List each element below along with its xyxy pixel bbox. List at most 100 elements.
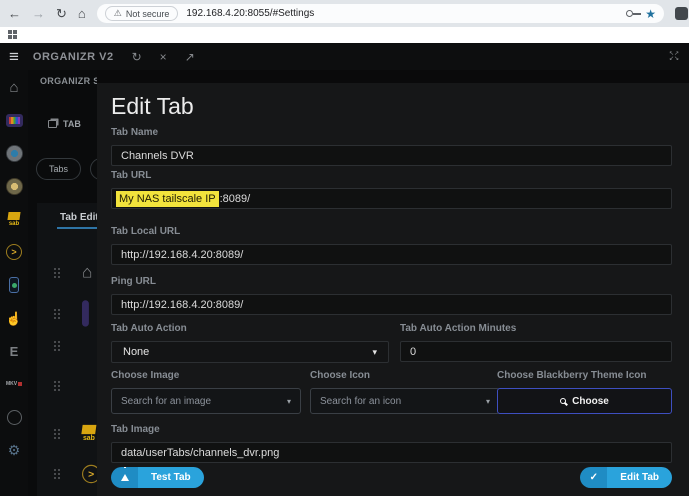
password-key-icon[interactable] [626, 10, 633, 17]
bookmarks-bar [0, 27, 689, 43]
drag-handle-icon[interactable] [54, 429, 56, 431]
tab-auto-action-minutes-label: Tab Auto Action Minutes [400, 323, 672, 334]
forward-icon[interactable]: → [32, 7, 45, 20]
fullscreen-icon[interactable]: ↖↗↙↘ [669, 52, 679, 62]
test-tab-button[interactable]: Test Tab [111, 467, 204, 488]
tab-row[interactable]: > [54, 466, 97, 482]
flask-icon [111, 467, 138, 488]
tab-local-url-input[interactable] [111, 244, 672, 265]
reload-icon[interactable]: ↻ [56, 7, 67, 20]
sidebar-item-dvr-gold[interactable] [5, 177, 23, 195]
sidebar-item-circle[interactable] [5, 408, 23, 426]
sabnzbd-icon: sab [8, 212, 20, 227]
sidebar-item-phone[interactable] [5, 276, 23, 294]
edit-tab-button[interactable]: ✓ Edit Tab [580, 467, 672, 488]
sidebar-item-home[interactable]: ⌂ [5, 78, 23, 96]
tab-local-url-label: Tab Local URL [111, 226, 672, 237]
tab-image-label: Tab Image [111, 424, 672, 435]
close-tab-icon[interactable]: × [160, 51, 167, 63]
caret-down-icon: ▾ [486, 397, 490, 406]
not-secure-label: Not secure [126, 9, 170, 19]
url-text[interactable]: 192.168.4.20:8055/#Settings [186, 8, 314, 19]
browser-profile-icon[interactable] [675, 7, 688, 20]
sidebar-item-chevron[interactable]: > [5, 243, 23, 261]
sidebar-item-channels-dvr[interactable] [5, 111, 23, 129]
sidebar-item-dvr-blue[interactable] [5, 144, 23, 162]
choose-blackberry-button[interactable]: Choose [497, 388, 672, 414]
caret-down-icon: ▾ [287, 397, 291, 406]
screen: ← → ↻ ⌂ ⚠ Not secure 192.168.4.20:8055/#… [0, 0, 689, 496]
drag-handle-icon[interactable] [54, 341, 56, 343]
tab-url-suffix: :8089/ [220, 193, 251, 205]
tab-editor-heading-label: TAB [63, 119, 81, 129]
settings-heading: ORGANIZR SET [40, 76, 97, 86]
tab-editor-panel: Tab Edit ⌂ sab > [37, 203, 97, 496]
back-icon[interactable]: ← [8, 7, 21, 20]
tab-name-label: Tab Name [111, 127, 672, 138]
open-in-new-icon[interactable]: ↗ [185, 51, 195, 63]
tab-editor-heading: TAB [48, 119, 81, 129]
mkv-icon: MKV [6, 381, 22, 387]
modal-title: Edit Tab [111, 93, 194, 120]
choose-image-placeholder: Search for an image [121, 396, 211, 407]
subtab-tab-editor[interactable]: Tab Edit [60, 212, 97, 223]
menu-icon[interactable]: ≡ [9, 48, 19, 65]
circle-outline-icon [7, 410, 22, 425]
chevron-circle-icon: > [82, 465, 97, 483]
sidebar-item-hand[interactable]: ☝ [5, 309, 23, 327]
drag-handle-icon[interactable] [54, 268, 56, 270]
choose-image-select[interactable]: Search for an image ▾ [111, 388, 301, 414]
browser-home-icon[interactable]: ⌂ [78, 7, 86, 20]
choose-icon-select[interactable]: Search for an icon ▾ [310, 388, 500, 414]
tv-colorbars-icon [6, 114, 23, 127]
not-secure-badge[interactable]: ⚠ Not secure [105, 6, 179, 21]
edit-tab-modal: Edit Tab Tab Name Tab URL My NAS tailsca… [97, 83, 689, 496]
ping-url-group: Ping URL [111, 276, 672, 315]
tab-name-input[interactable] [111, 145, 672, 166]
tab-row[interactable]: sab [54, 426, 94, 441]
drag-handle-icon[interactable] [54, 469, 56, 471]
tab-auto-action-group: Tab Auto Action None ▾ [111, 323, 389, 363]
test-tab-label: Test Tab [138, 467, 204, 488]
tab-image-input[interactable] [111, 442, 672, 463]
dvr-circle-gold-icon [6, 178, 23, 195]
choose-icon-group: Choose Icon Search for an icon ▾ [310, 370, 500, 414]
tab-row[interactable]: ⌂ [54, 265, 91, 280]
sidebar-item-settings[interactable]: ⚙ [5, 441, 23, 459]
tab-url-group: Tab URL My NAS tailscale IP :8089/ [111, 170, 672, 209]
choose-blackberry-label: Choose Blackberry Theme Icon [497, 370, 672, 381]
chip-categories[interactable]: C [90, 158, 97, 180]
modal-button-row: Test Tab ✓ Edit Tab [111, 467, 672, 488]
choose-icon-label: Choose Icon [310, 370, 500, 381]
sidebar-item-sabnzbd[interactable]: sab [5, 210, 23, 228]
ping-url-label: Ping URL [111, 276, 672, 287]
tab-auto-action-select[interactable]: None ▾ [111, 341, 389, 363]
refresh-tab-icon[interactable]: ↻ [132, 51, 142, 63]
drag-handle-icon[interactable] [54, 381, 56, 383]
address-bar[interactable]: ⚠ Not secure 192.168.4.20:8055/#Settings… [97, 4, 664, 23]
tab-local-url-group: Tab Local URL [111, 226, 672, 265]
home-icon: ⌂ [82, 264, 92, 281]
chevron-down-icon: ▾ [372, 347, 377, 358]
hand-icon: ☝ [6, 312, 22, 325]
bookmark-star-icon[interactable]: ★ [645, 8, 656, 20]
tab-auto-action-minutes-input[interactable] [400, 341, 672, 362]
chip-tabs[interactable]: Tabs [36, 158, 81, 180]
gear-icon: ⚙ [8, 443, 21, 457]
sidebar-item-e[interactable]: E [5, 342, 23, 360]
redacted-highlight: My NAS tailscale IP [116, 191, 219, 207]
settings-page: ORGANIZR SET TAB Tabs C Tab Edit ⌂ sab > [28, 70, 97, 496]
ping-url-input[interactable] [111, 294, 672, 315]
edit-tab-label: Edit Tab [607, 467, 672, 488]
tab-url-input[interactable]: My NAS tailscale IP :8089/ [111, 188, 672, 209]
tv-colorbars-icon [82, 300, 89, 326]
tab-row[interactable] [54, 305, 88, 323]
apps-grid-icon[interactable] [8, 30, 17, 39]
phone-icon [9, 277, 19, 293]
check-icon: ✓ [580, 467, 607, 488]
sidebar-item-mkv[interactable]: MKV [5, 375, 23, 393]
warning-icon: ⚠ [114, 8, 122, 19]
choose-image-label: Choose Image [111, 370, 301, 381]
choose-blackberry-group: Choose Blackberry Theme Icon Choose [497, 370, 672, 414]
drag-handle-icon[interactable] [54, 309, 56, 311]
